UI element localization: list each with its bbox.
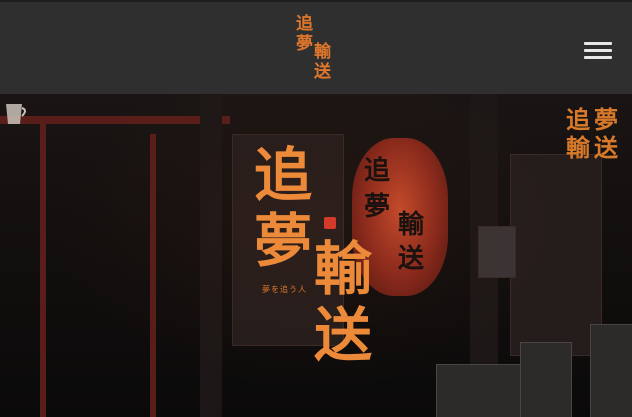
red-seal-stamp [324, 217, 336, 229]
lantern-char: 送 [398, 244, 425, 274]
hero-title-char: 追 [254, 141, 313, 209]
wall-sign: 追 夢 輸 送 [562, 102, 632, 182]
logo-char: 輸 [314, 42, 331, 62]
logo-char: 追 [296, 14, 313, 34]
logo-char: 夢 [296, 34, 313, 54]
hero-title-char: 夢 [254, 207, 313, 275]
site-logo[interactable]: 追 夢 輸 送 [294, 14, 340, 86]
hero-title-char: 輸 [314, 235, 373, 303]
cup-icon [2, 98, 28, 128]
hero-title-char: 送 [314, 301, 373, 369]
hamburger-menu-icon[interactable] [582, 38, 614, 64]
lantern-char: 輸 [398, 210, 425, 240]
site-header: 追 夢 輸 送 [0, 0, 632, 94]
sign-char: 夢 [594, 105, 618, 134]
hero-subtitle: 夢を追う人 [262, 285, 307, 294]
lantern-char: 夢 [364, 192, 391, 222]
logo-char: 送 [314, 62, 331, 82]
sign-char: 追 [566, 105, 590, 134]
lantern-char: 追 [364, 156, 391, 186]
hero-banner: 追 夢 輸 送 追 夢 輸 送 夢を追う人 追 夢 輸 送 [0, 94, 632, 417]
sign-char: 輸 [566, 133, 590, 162]
sign-char: 送 [594, 133, 618, 162]
